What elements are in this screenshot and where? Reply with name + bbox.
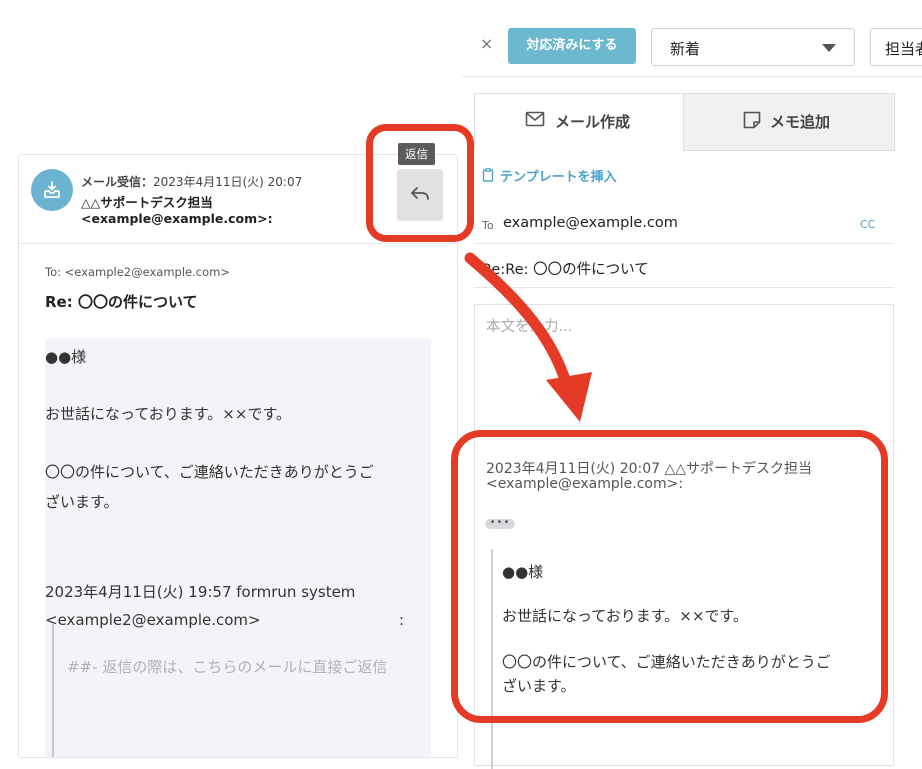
annotation-arrow: [464, 252, 592, 422]
